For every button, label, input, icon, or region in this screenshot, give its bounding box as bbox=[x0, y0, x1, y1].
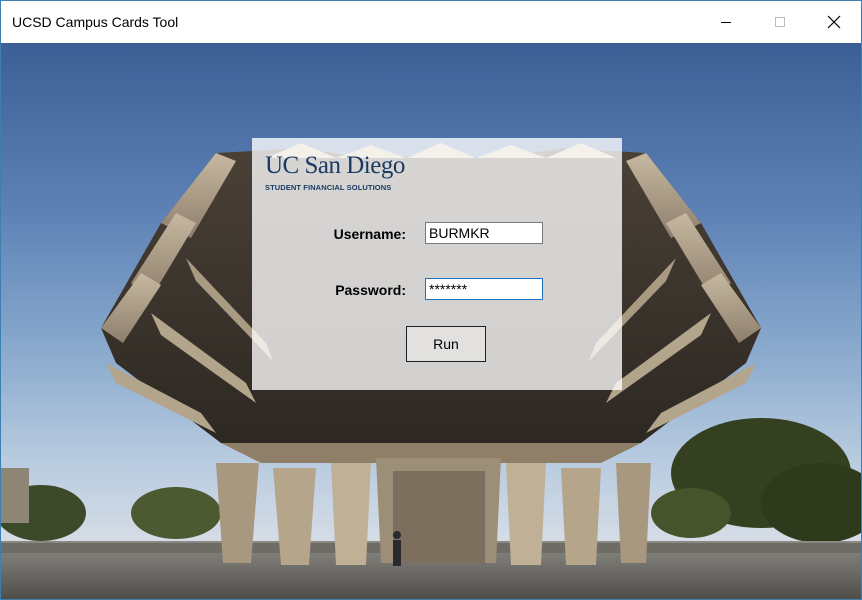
close-button[interactable] bbox=[807, 1, 861, 43]
username-label: Username: bbox=[333, 226, 406, 242]
password-label: Password: bbox=[335, 282, 406, 298]
run-button[interactable]: Run bbox=[406, 326, 486, 362]
title-bar[interactable]: UCSD Campus Cards Tool bbox=[1, 1, 861, 43]
close-icon bbox=[827, 15, 841, 29]
login-panel: UC San Diego STUDENT FINANCIAL SOLUTIONS… bbox=[252, 138, 622, 390]
window-controls bbox=[699, 1, 861, 43]
maximize-button[interactable] bbox=[753, 1, 807, 43]
minimize-icon bbox=[721, 22, 731, 23]
maximize-icon bbox=[775, 17, 785, 27]
window-title: UCSD Campus Cards Tool bbox=[12, 14, 179, 30]
password-field[interactable] bbox=[425, 278, 543, 300]
app-window: UCSD Campus Cards Tool UC San Diego STUD… bbox=[0, 0, 862, 600]
username-field[interactable] bbox=[425, 222, 543, 244]
minimize-button[interactable] bbox=[699, 1, 753, 43]
logo-subtitle: STUDENT FINANCIAL SOLUTIONS bbox=[265, 183, 392, 192]
logo-name: UC San Diego bbox=[265, 152, 405, 179]
ucsd-logo: UC San Diego STUDENT FINANCIAL SOLUTIONS bbox=[265, 152, 405, 192]
